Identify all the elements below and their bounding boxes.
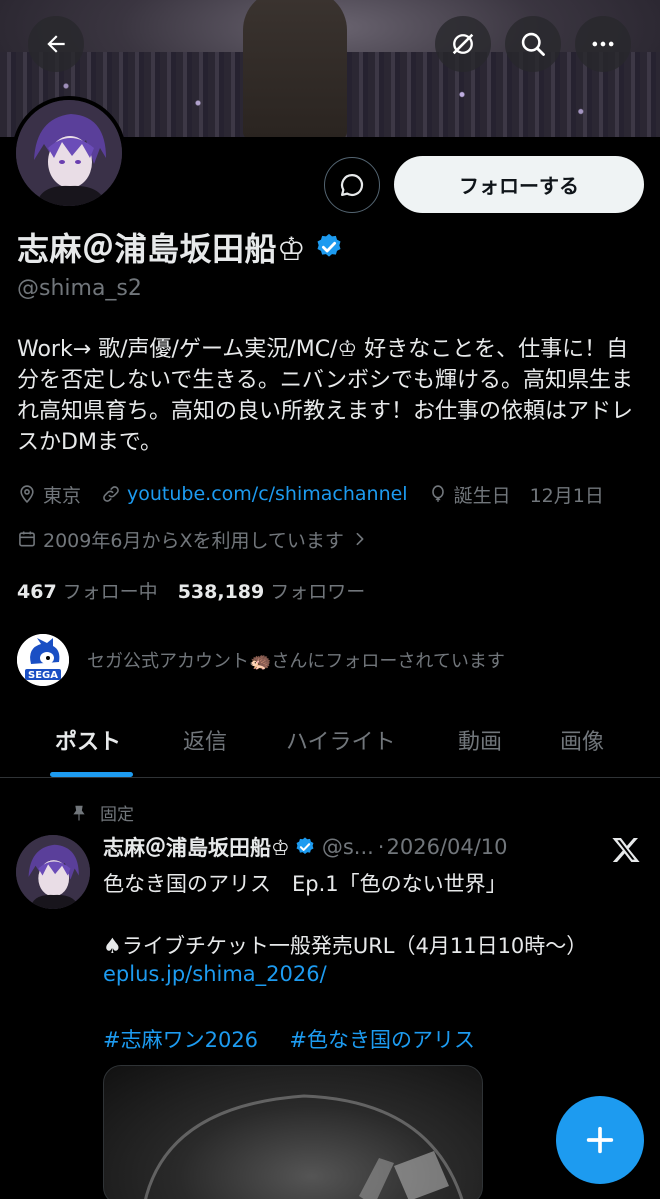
x-logo: [610, 834, 642, 870]
profile-handle: @shima_s2: [17, 276, 142, 301]
active-tab-indicator: [50, 772, 133, 777]
post-separator: ·: [377, 835, 385, 859]
tab-replies[interactable]: 返信: [183, 724, 227, 756]
post-author-name[interactable]: 志麻＠浦島坂田船♔: [103, 832, 290, 862]
location-pin-icon: [20, 485, 34, 504]
followers-count-link[interactable]: 538,189 フォロワー: [178, 577, 366, 604]
x-logo-icon: [612, 838, 640, 862]
post-hashtags: #志麻ワン2026 #色なき国のアリス: [103, 1024, 648, 1054]
profile-bio: Work→ 歌/声優/ゲーム実況/MC/♔ 好きなことを、仕事に！自分を否定しな…: [17, 337, 634, 455]
post-date: 2026/04/10: [386, 835, 508, 859]
search-icon: [521, 32, 545, 56]
birthday-text: 誕生日 12月1日: [453, 484, 604, 507]
verified-badge-icon: [296, 837, 314, 855]
hashtag-1[interactable]: #志麻ワン2026: [103, 1028, 258, 1052]
pinned-label: 固定: [100, 805, 134, 825]
post-link[interactable]: eplus.jp/shima_2026/: [103, 962, 648, 986]
follow-button[interactable]: フォローする: [394, 156, 644, 213]
post-line-1: 色なき国のアリス Ep.1「色のない世界」: [103, 872, 507, 896]
birthday-item: 誕生日 12月1日: [428, 481, 604, 508]
chevron-right-icon: [356, 532, 364, 546]
search-button[interactable]: [505, 16, 561, 72]
compose-button[interactable]: [556, 1096, 644, 1184]
followed-by[interactable]: SEGA セガ公式アカウント🦔さんにフォローされています: [17, 634, 505, 686]
tab-highlights[interactable]: ハイライト: [286, 724, 396, 756]
location-text: 東京: [43, 484, 82, 507]
grok-button[interactable]: [435, 16, 491, 72]
tab-posts[interactable]: ポスト: [55, 724, 121, 756]
followers-label: フォロワー: [270, 581, 366, 603]
banner-figure: [243, 0, 347, 137]
post-media[interactable]: [103, 1065, 483, 1199]
pin-icon: [73, 805, 85, 820]
more-icon: [592, 41, 614, 47]
pinned-indicator: 固定: [70, 800, 134, 825]
joined-text: 2009年6月からXを利用しています: [43, 529, 344, 552]
location-item: 東京: [17, 481, 81, 508]
tab-images[interactable]: 画像: [560, 724, 604, 756]
verified-badge-icon: [317, 233, 341, 257]
plus-icon: [586, 1126, 614, 1154]
followed-by-text: セガ公式アカウント🦔さんにフォローされています: [87, 651, 505, 672]
more-button[interactable]: [575, 16, 631, 72]
balloon-icon: [431, 485, 444, 502]
grok-icon: [452, 33, 474, 55]
post-avatar[interactable]: [16, 835, 90, 909]
message-bubble-icon: [340, 173, 364, 197]
post-line-2: ♠ライブチケット一般発売URL（4月11日10時〜）: [103, 934, 588, 958]
name-row: 志麻＠浦島坂田船♔: [17, 224, 344, 270]
profile-tabs: ポスト 返信 ハイライト 動画 画像: [0, 706, 660, 778]
tab-videos[interactable]: 動画: [458, 724, 502, 756]
link-icon: [103, 486, 119, 502]
post-author-handle: @s...: [321, 835, 374, 859]
follow-counts: 467 フォロー中 538,189 フォロワー: [17, 577, 385, 604]
following-count-link[interactable]: 467 フォロー中: [17, 577, 158, 604]
message-button[interactable]: [324, 157, 380, 213]
back-button[interactable]: [28, 16, 84, 72]
post-header: 志麻＠浦島坂田船♔ @s... · 2026/04/10: [103, 832, 508, 862]
joined-item[interactable]: 2009年6月からXを利用しています: [17, 525, 374, 553]
calendar-icon: [19, 531, 35, 547]
website-link[interactable]: youtube.com/c/shimachannel: [127, 483, 408, 505]
following-count: 467: [17, 581, 57, 603]
sega-avatar: SEGA: [17, 634, 69, 686]
hashtag-2[interactable]: #色なき国のアリス: [289, 1028, 475, 1052]
display-name: 志麻＠浦島坂田船♔: [17, 230, 307, 268]
svg-text:SEGA: SEGA: [28, 670, 58, 681]
profile-meta: 東京 youtube.com/c/shimachannel 誕生日 12月1日: [17, 480, 624, 508]
back-arrow-icon: [47, 35, 65, 53]
profile-avatar[interactable]: [12, 96, 126, 210]
followers-count: 538,189: [177, 581, 265, 603]
website-item[interactable]: youtube.com/c/shimachannel: [101, 483, 408, 505]
following-label: フォロー中: [62, 581, 158, 603]
